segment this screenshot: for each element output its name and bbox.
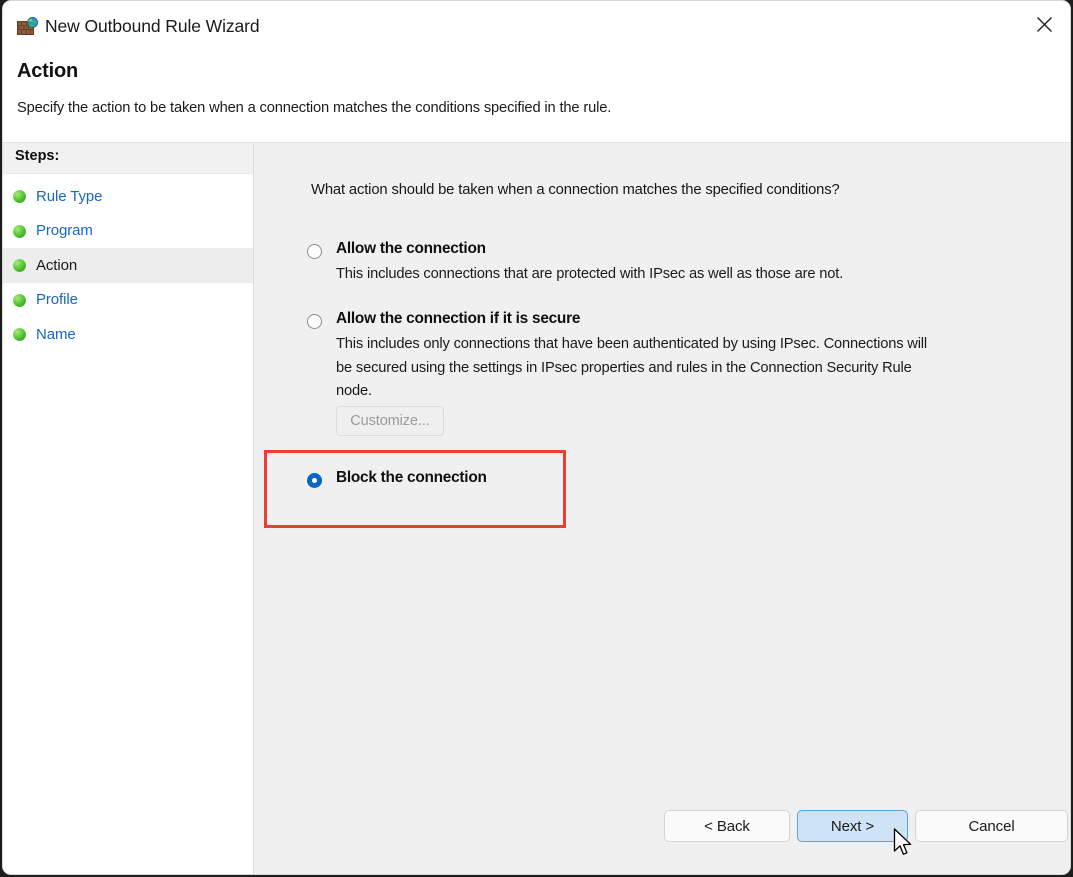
sidebar-item-name[interactable]: Name	[3, 317, 253, 352]
radio-allow-if-secure[interactable]	[307, 314, 322, 329]
steps-sidebar: Steps: Rule Type Program Action Profile	[3, 143, 254, 874]
sidebar-item-label: Action	[36, 257, 77, 274]
firewall-globe-icon	[17, 17, 39, 38]
option-description: This includes connections that are prote…	[336, 263, 843, 287]
sidebar-item-label: Rule Type	[36, 188, 102, 205]
page-description: Specify the action to be taken when a co…	[17, 100, 611, 116]
next-button[interactable]: Next >	[797, 810, 908, 842]
steps-list: Rule Type Program Action Profile Name	[3, 179, 253, 352]
page-header: Action Specify the action to be taken wh…	[3, 53, 1070, 143]
wizard-window: New Outbound Rule Wizard Action Specify …	[2, 0, 1071, 875]
action-question: What action should be taken when a conne…	[311, 182, 840, 198]
sidebar-item-profile[interactable]: Profile	[3, 283, 253, 318]
cancel-button[interactable]: Cancel	[915, 810, 1068, 842]
sidebar-item-program[interactable]: Program	[3, 214, 253, 249]
window-title: New Outbound Rule Wizard	[45, 16, 260, 37]
customize-button[interactable]: Customize...	[336, 406, 444, 436]
sidebar-item-label: Name	[36, 326, 76, 343]
step-complete-icon	[13, 190, 26, 203]
step-complete-icon	[13, 225, 26, 238]
highlight-annotation	[264, 450, 566, 528]
sidebar-item-action[interactable]: Action	[3, 248, 253, 283]
sidebar-item-label: Program	[36, 222, 93, 239]
page-title: Action	[17, 60, 78, 83]
steps-header-label: Steps:	[15, 148, 59, 164]
radio-allow-the-connection[interactable]	[307, 244, 322, 259]
title-bar: New Outbound Rule Wizard	[3, 1, 1070, 53]
sidebar-item-rule-type[interactable]: Rule Type	[3, 179, 253, 214]
option-title: Block the connection	[336, 469, 487, 487]
radio-block-the-connection[interactable]	[307, 473, 322, 488]
back-button[interactable]: < Back	[664, 810, 790, 842]
wizard-body: Steps: Rule Type Program Action Profile	[3, 143, 1070, 874]
option-title: Allow the connection	[336, 240, 486, 258]
main-panel: What action should be taken when a conne…	[254, 143, 1070, 874]
step-complete-icon	[13, 328, 26, 341]
option-title: Allow the connection if it is secure	[336, 310, 580, 328]
close-icon[interactable]	[1018, 1, 1070, 47]
option-description: This includes only connections that have…	[336, 333, 936, 404]
step-complete-icon	[13, 294, 26, 307]
step-complete-icon	[13, 259, 26, 272]
sidebar-item-label: Profile	[36, 291, 78, 308]
steps-header: Steps:	[3, 143, 253, 174]
